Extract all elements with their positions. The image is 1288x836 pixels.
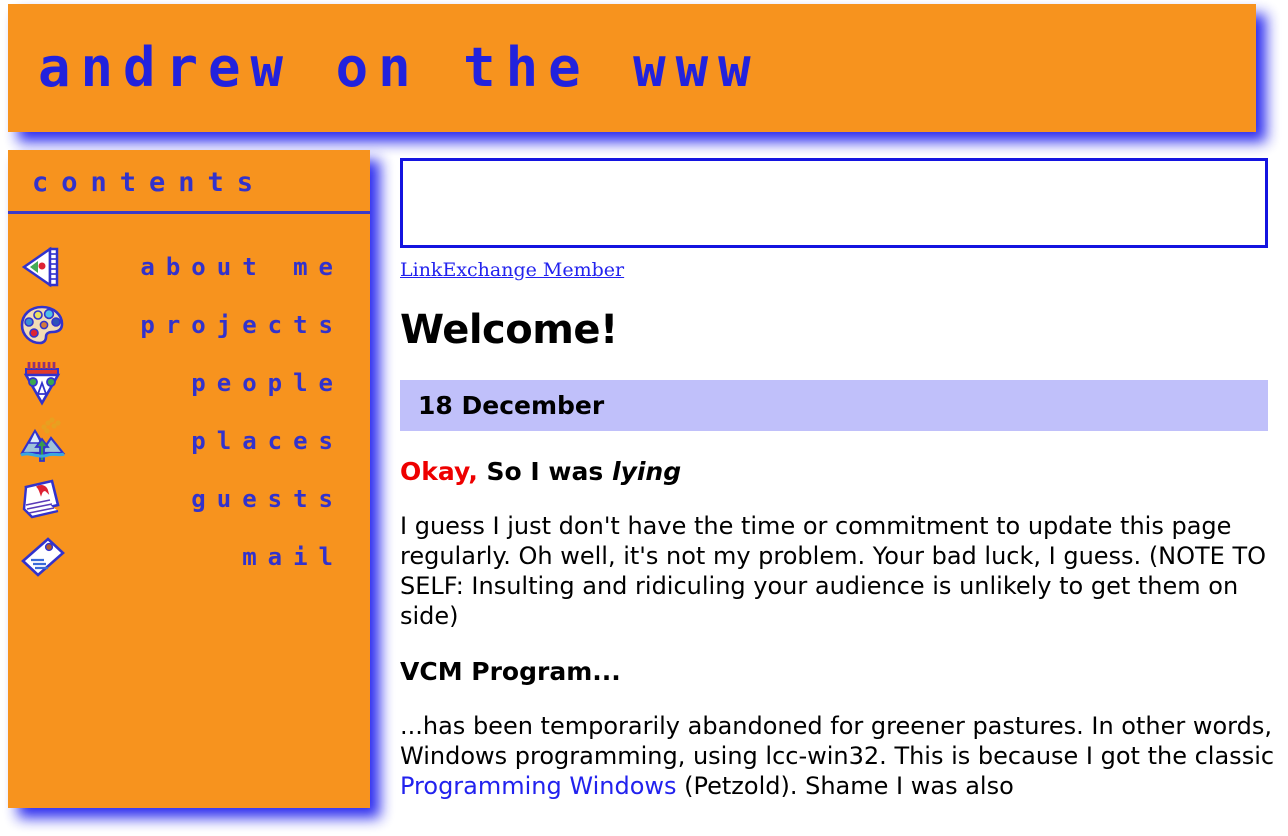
sidebar-panel: contents about me projects people places… [8, 150, 370, 808]
ad-banner-placeholder[interactable] [400, 158, 1268, 248]
programming-windows-link[interactable]: Programming Windows [400, 772, 677, 800]
entry-heading-plain: So I was [477, 457, 612, 486]
sidebar-divider [8, 211, 370, 214]
page-title: Welcome! [400, 307, 618, 353]
sidebar-label-places: places [191, 427, 344, 455]
entry2-text-part2: got the classic [1100, 742, 1275, 770]
banner-block: andrew on the www [8, 4, 1256, 132]
entry-heading-1: Okay, So I was lying [400, 457, 1268, 487]
linkexchange-row: LinkExchange Member [400, 259, 1268, 281]
sidebar: contents about me projects people places… [8, 150, 380, 818]
sidebar-label-mail: mail [242, 543, 344, 571]
sidebar-label-about-me: about me [140, 253, 344, 281]
entry-date-bar: 18 December [400, 380, 1268, 431]
sidebar-item-guests[interactable]: guests [8, 470, 370, 528]
sidebar-label-people: people [191, 369, 344, 397]
sidebar-item-places[interactable]: places [8, 412, 370, 470]
site-title: andrew on the www [38, 36, 761, 99]
entry2-text-part3: (Petzold). Shame I was also [676, 772, 1014, 800]
entry-paragraph-2: ...has been temporarily abandoned for gr… [400, 711, 1288, 801]
entry-paragraph-1: I guess I just don't have the time or co… [400, 512, 1267, 630]
sidebar-item-projects[interactable]: projects [8, 296, 370, 354]
site-banner: andrew on the www [8, 4, 1266, 142]
envelope-letter-icon [18, 533, 66, 581]
pen-nib-icon [18, 243, 66, 291]
tribal-mask-icon [18, 359, 66, 407]
sidebar-item-people[interactable]: people [8, 354, 370, 412]
sidebar-menu: about me projects people places guests m… [8, 238, 370, 586]
entry-heading-2: VCM Program... [400, 657, 621, 686]
linkexchange-member-link[interactable]: LinkExchange Member [400, 259, 624, 281]
entry-heading-italic: lying [612, 457, 682, 486]
guestbook-icon [18, 475, 66, 523]
sidebar-heading: contents [32, 167, 267, 198]
mountain-landscape-icon [18, 417, 66, 465]
sidebar-item-mail[interactable]: mail [8, 528, 370, 586]
main-content: LinkExchange Member Welcome! 18 December… [400, 158, 1274, 801]
sidebar-label-guests: guests [191, 485, 344, 513]
paint-palette-icon [18, 301, 66, 349]
sidebar-label-projects: projects [140, 311, 344, 339]
entry-heading-highlight: Okay, [400, 457, 478, 486]
sidebar-item-about-me[interactable]: about me [8, 238, 370, 296]
